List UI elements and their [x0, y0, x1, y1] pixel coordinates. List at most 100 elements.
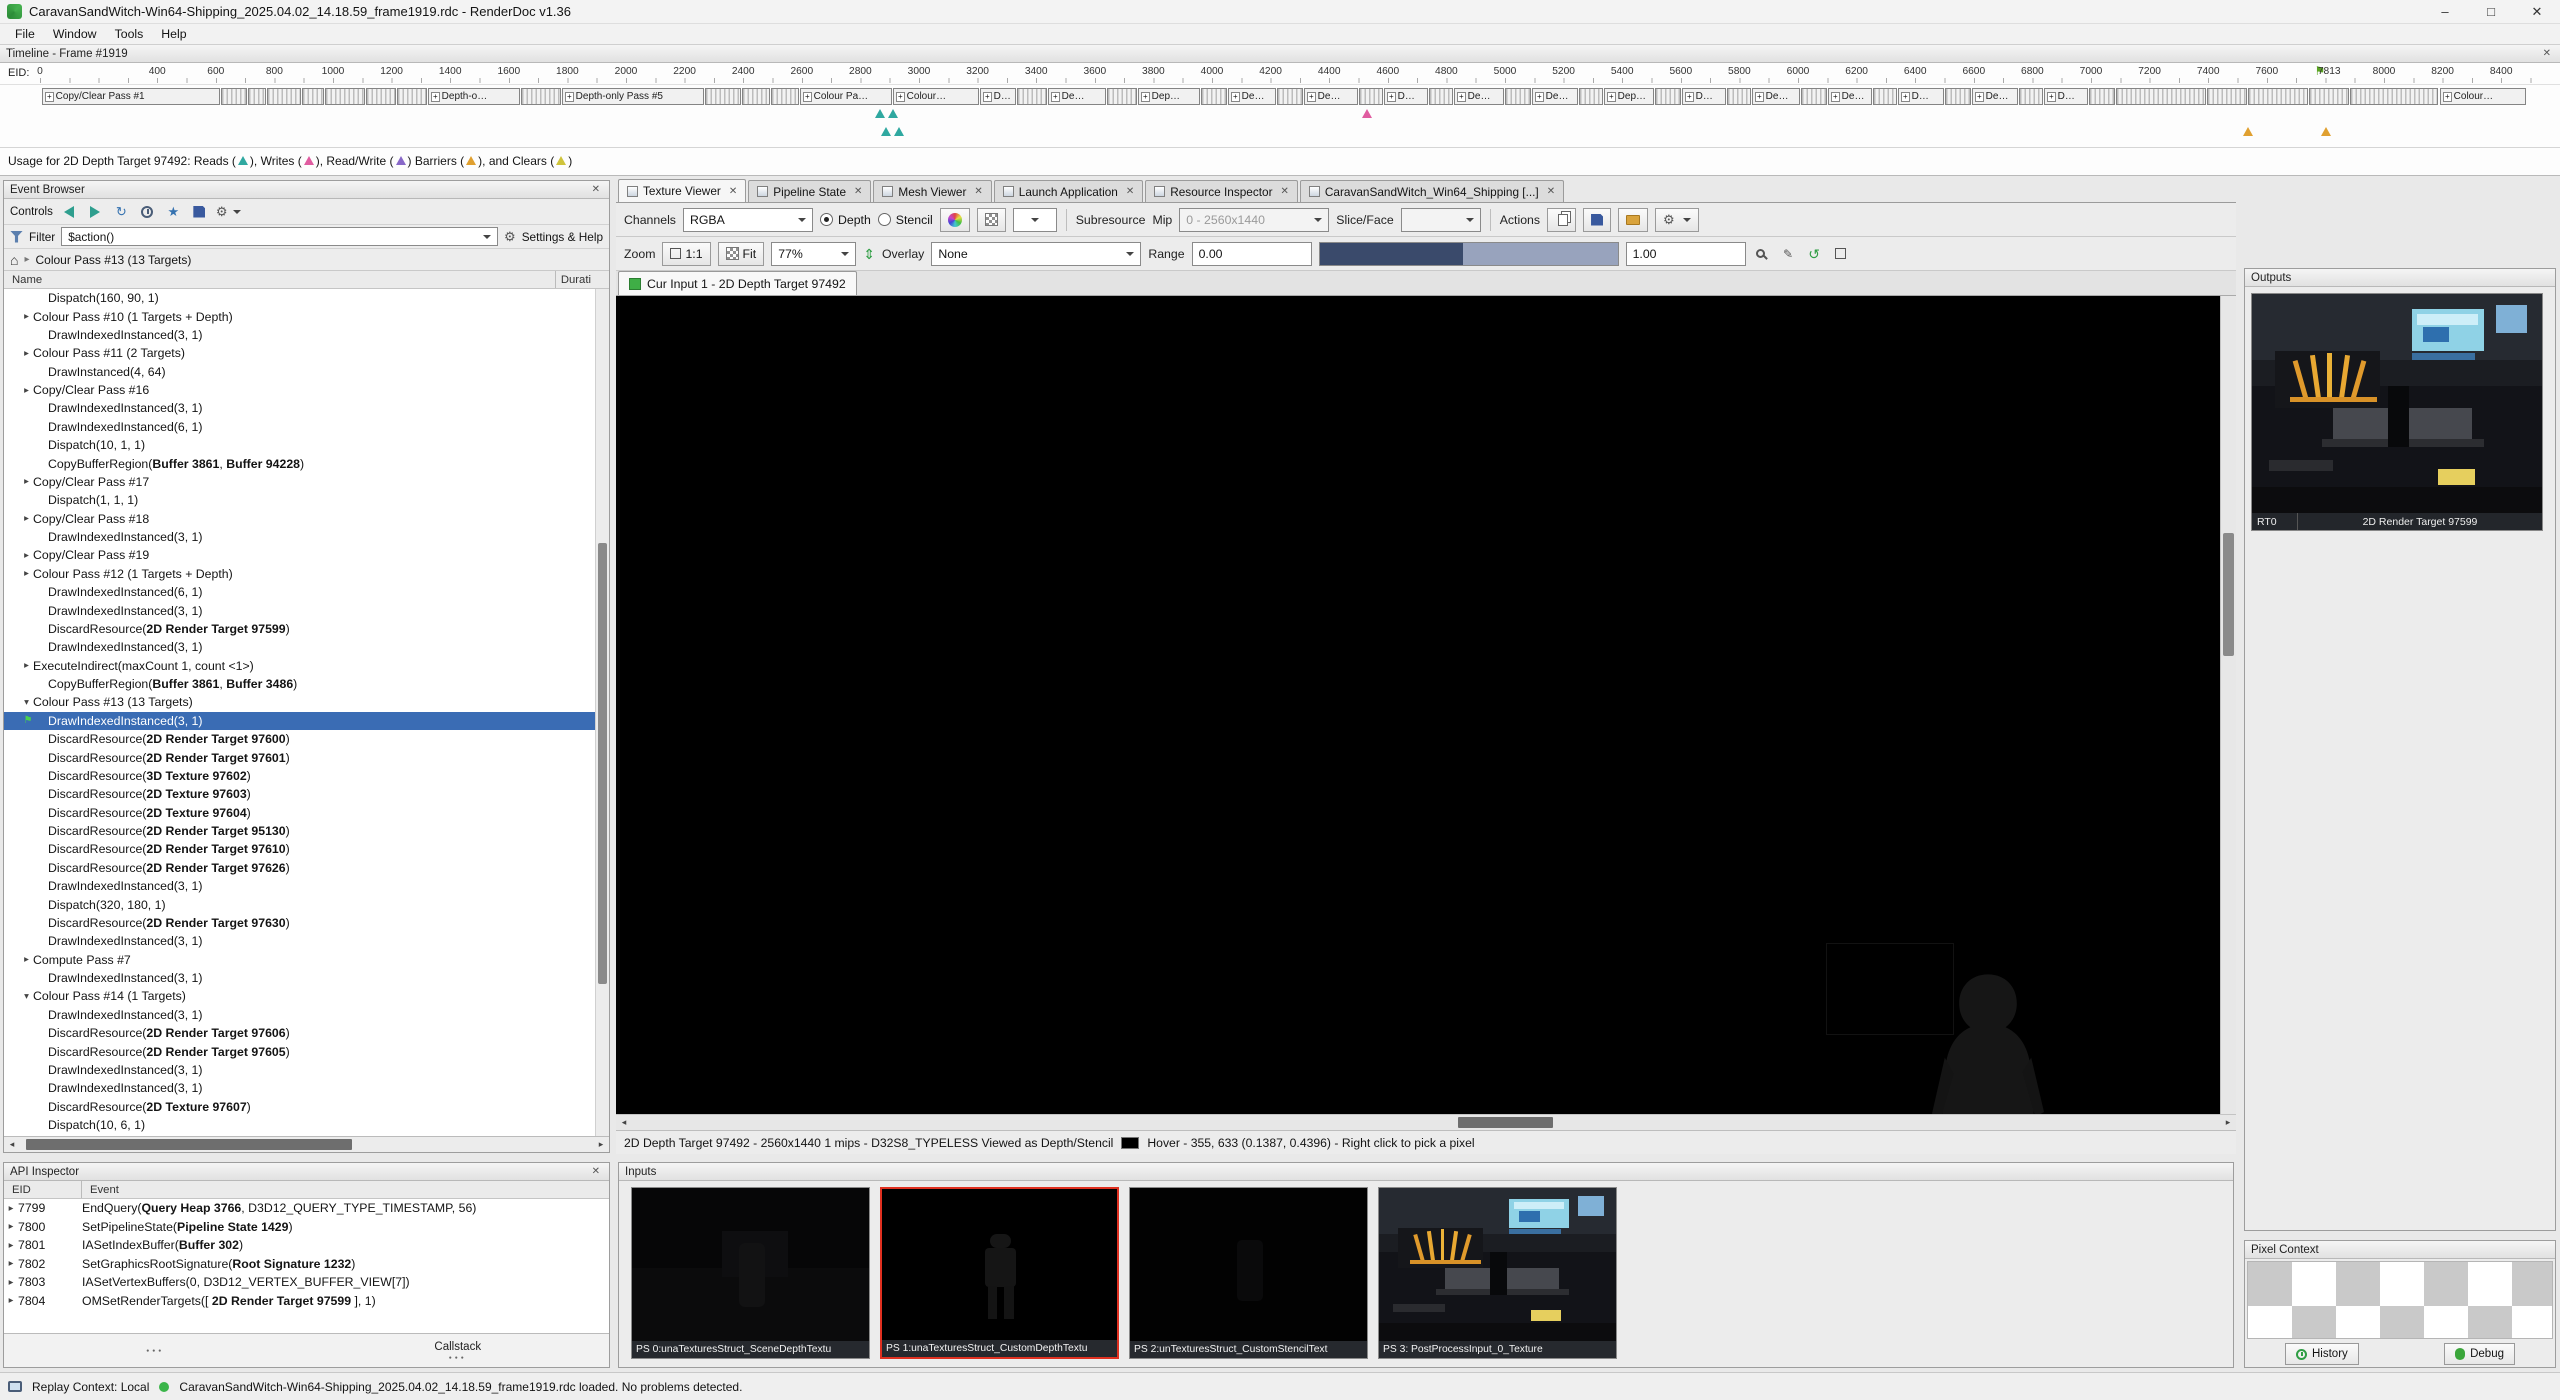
range-histogram-button[interactable]: [1831, 244, 1850, 263]
timeline-block[interactable]: [1429, 88, 1453, 105]
tab-launch-application[interactable]: Launch Application✕: [994, 180, 1143, 202]
timeline-block[interactable]: +Dep…: [1138, 88, 1200, 105]
export-button[interactable]: [190, 202, 209, 221]
texture-vertical-scrollbar[interactable]: [2220, 296, 2236, 1114]
copy-button[interactable]: [1547, 208, 1576, 232]
event-column-header[interactable]: Event: [82, 1184, 119, 1196]
timeline-block[interactable]: [742, 88, 770, 105]
api-event-row[interactable]: ▸7799EndQuery(Query Heap 3766, D3D12_QUE…: [4, 1199, 609, 1218]
range-slider[interactable]: [1319, 242, 1619, 266]
stencil-radio[interactable]: Stencil: [878, 213, 933, 227]
timeline-block[interactable]: [325, 88, 365, 105]
usage-marker-barriers[interactable]: [2243, 127, 2253, 136]
texture-settings-button[interactable]: ⚙: [1655, 208, 1699, 232]
tab-resource-inspector[interactable]: Resource Inspector✕: [1145, 180, 1298, 202]
usage-marker-reads[interactable]: [894, 127, 904, 136]
timeline-block[interactable]: +De…: [1532, 88, 1578, 105]
event-row[interactable]: Dispatch(10, 6, 1): [4, 1116, 595, 1134]
slice-face-dropdown[interactable]: [1401, 208, 1481, 232]
event-row[interactable]: ▸Copy/Clear Pass #19: [4, 546, 595, 564]
range-autofit-button[interactable]: ✎: [1779, 244, 1798, 263]
event-row[interactable]: ▸Colour Pass #11 (2 Targets): [4, 344, 595, 362]
input-thumbnail-2[interactable]: PS 2:unTexturesStruct_CustomStencilText: [1129, 1187, 1368, 1359]
event-browser-vertical-scrollbar[interactable]: [595, 289, 609, 1136]
timeline-block[interactable]: [1801, 88, 1827, 105]
event-row[interactable]: DrawIndexedInstanced(6, 1): [4, 583, 595, 601]
timeline-block[interactable]: +De…: [1304, 88, 1358, 105]
timeline-block[interactable]: [2309, 88, 2349, 105]
tab-mesh-viewer[interactable]: Mesh Viewer✕: [873, 180, 991, 202]
api-event-row[interactable]: ▸7800SetPipelineState(Pipeline State 142…: [4, 1218, 609, 1237]
event-row[interactable]: DiscardResource(2D Render Target 97605): [4, 1042, 595, 1060]
event-row[interactable]: DrawIndexedInstanced(3, 1): [4, 877, 595, 895]
event-browser-horizontal-scrollbar[interactable]: ◂ ▸: [4, 1136, 609, 1152]
event-row[interactable]: CopyBufferRegion(Buffer 3861, Buffer 348…: [4, 675, 595, 693]
event-row[interactable]: DrawIndexedInstanced(3, 1): [4, 326, 595, 344]
save-texture-button[interactable]: [1583, 208, 1611, 232]
api-event-row[interactable]: ▸7804OMSetRenderTargets([ 2D Render Targ…: [4, 1292, 609, 1311]
open-texture-button[interactable]: [1618, 208, 1648, 232]
timeline-block[interactable]: [1727, 88, 1751, 105]
event-row[interactable]: DrawIndexedInstanced(3, 1): [4, 969, 595, 987]
texture-display[interactable]: [616, 296, 2220, 1114]
tab-close-icon[interactable]: ✕: [1281, 186, 1289, 197]
menu-tools[interactable]: Tools: [106, 26, 153, 42]
scrollbar-track[interactable]: [632, 1115, 2220, 1130]
timeline-block[interactable]: +Colour…: [2440, 88, 2526, 105]
usage-marker-barriers[interactable]: [2321, 127, 2331, 136]
timeline-block[interactable]: +De…: [1828, 88, 1872, 105]
input-thumbnail-3[interactable]: PS 3: PostProcessInput_0_Texture: [1378, 1187, 1617, 1359]
event-row[interactable]: ▸Compute Pass #7: [4, 951, 595, 969]
background-toggle-button[interactable]: [977, 208, 1006, 232]
event-row[interactable]: DrawIndexedInstanced(3, 1): [4, 1006, 595, 1024]
event-row[interactable]: DiscardResource(2D Render Target 97606): [4, 1024, 595, 1042]
timeline-block[interactable]: [248, 88, 266, 105]
zoom-dropdown[interactable]: 77%: [771, 242, 856, 266]
timeline-block[interactable]: [1359, 88, 1383, 105]
api-inspector-close-icon[interactable]: ✕: [589, 1166, 603, 1177]
scroll-right-icon[interactable]: ▸: [2220, 1117, 2236, 1128]
range-min-input[interactable]: 0.00: [1192, 242, 1312, 266]
event-row[interactable]: DrawIndexedInstanced(3, 1): [4, 1079, 595, 1097]
timeline-ruler[interactable]: EID: 04006008001000120014001600180020002…: [0, 63, 2560, 85]
texture-horizontal-scrollbar[interactable]: ◂ ▸: [616, 1114, 2236, 1130]
output-thumbnail-rt0[interactable]: RT0 2D Render Target 97599: [2251, 293, 2543, 531]
usage-marker-writes[interactable]: [1362, 109, 1372, 118]
api-event-row[interactable]: ▸7803IASetVertexBuffers(0, D3D12_VERTEX_…: [4, 1273, 609, 1292]
event-row[interactable]: DrawIndexedInstanced(6, 1): [4, 418, 595, 436]
timeline-block[interactable]: [771, 88, 799, 105]
usage-marker-reads[interactable]: [888, 109, 898, 118]
timeline-block[interactable]: [521, 88, 561, 105]
timeline-block[interactable]: [2116, 88, 2206, 105]
debug-button[interactable]: Debug: [2444, 1343, 2515, 1365]
event-browser-close-icon[interactable]: ✕: [589, 184, 603, 195]
event-row[interactable]: ▸Copy/Clear Pass #18: [4, 510, 595, 528]
timeline-block[interactable]: [1017, 88, 1047, 105]
event-row[interactable]: Dispatch(10, 1, 1): [4, 436, 595, 454]
input-thumbnail-0[interactable]: PS 0:unaTexturesStruct_SceneDepthTextu: [631, 1187, 870, 1359]
timeline-close-icon[interactable]: ✕: [2540, 48, 2554, 59]
bookmark-button[interactable]: ★: [164, 202, 183, 221]
event-row[interactable]: DrawIndexedInstanced(3, 1): [4, 1061, 595, 1079]
event-row[interactable]: DrawIndexedInstanced(3, 1): [4, 601, 595, 619]
history-button[interactable]: History: [2285, 1343, 2359, 1365]
timeline-block[interactable]: [1873, 88, 1897, 105]
tab-pipeline-state[interactable]: Pipeline State✕: [748, 180, 871, 202]
scroll-left-icon[interactable]: ◂: [4, 1139, 20, 1150]
panel-splitter[interactable]: [3, 1153, 610, 1162]
event-row[interactable]: DrawIndexedInstanced(3, 1): [4, 528, 595, 546]
duration-column-header[interactable]: Durati: [555, 271, 591, 288]
home-icon[interactable]: ⌂: [10, 253, 18, 267]
panel-splitter[interactable]: [616, 1154, 2236, 1162]
fit-button[interactable]: Fit: [718, 242, 765, 266]
timeline-block[interactable]: +Depth-o…: [428, 88, 520, 105]
usage-marker-reads[interactable]: [881, 127, 891, 136]
event-row[interactable]: ⚑DrawIndexedInstanced(3, 1): [4, 712, 595, 730]
event-row[interactable]: DiscardResource(2D Render Target 97601): [4, 748, 595, 766]
timeline-block[interactable]: +Depth-only Pass #5: [562, 88, 704, 105]
event-row[interactable]: DiscardResource(2D Render Target 97630): [4, 914, 595, 932]
event-row[interactable]: ▸Colour Pass #10 (1 Targets + Depth): [4, 307, 595, 325]
event-row[interactable]: DrawInstanced(4, 64): [4, 363, 595, 381]
event-row[interactable]: DrawIndexedInstanced(3, 1): [4, 399, 595, 417]
timeline-block[interactable]: +De…: [1048, 88, 1106, 105]
